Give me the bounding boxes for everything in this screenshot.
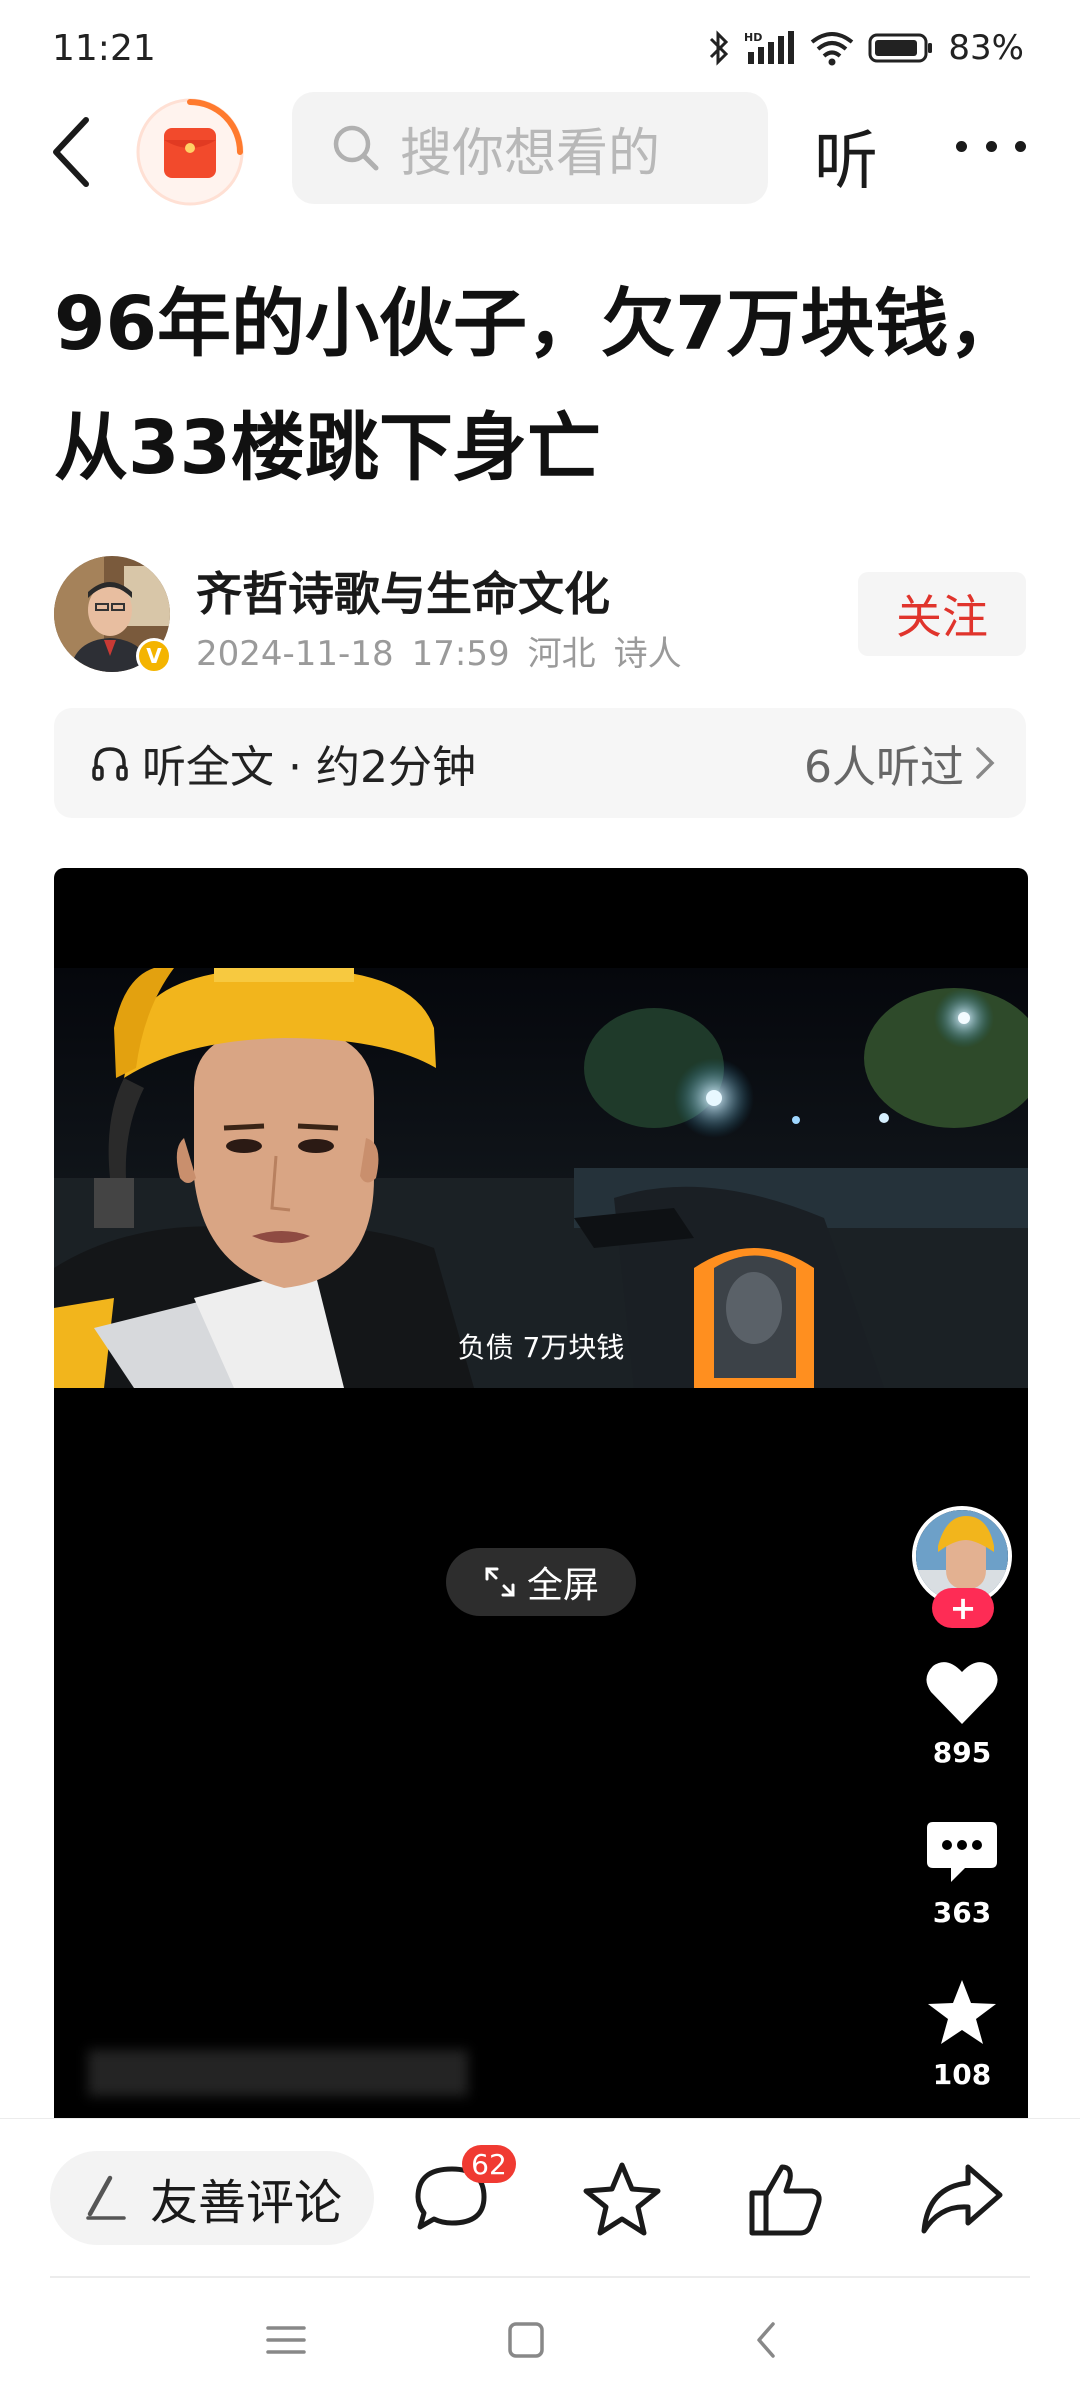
publish-date: 2024-11-18 — [196, 634, 394, 674]
publish-location: 河北 — [527, 634, 596, 674]
bluetooth-icon — [710, 30, 729, 66]
menu-icon — [266, 2326, 306, 2354]
star-outline-icon — [583, 2162, 661, 2236]
signal-icon: HD — [744, 31, 795, 64]
status-time: 11:21 — [52, 28, 156, 69]
author-name[interactable]: 齐哲诗歌与生命文化 — [196, 558, 610, 624]
star-icon — [928, 1980, 996, 2044]
comment-input[interactable]: 友善评论 — [50, 2151, 374, 2245]
favorite-action[interactable]: 108 — [902, 1978, 1022, 2091]
search-placeholder: 搜你想看的 — [400, 123, 661, 184]
video-frame — [54, 968, 1028, 1388]
listeners-label: 6人听过 — [804, 742, 964, 793]
listen-full-text: 听全文 · 约2分钟 — [90, 708, 476, 818]
battery-percent: 83% — [948, 28, 1024, 68]
home-button[interactable] — [486, 2310, 566, 2370]
favorite-count: 108 — [932, 2058, 992, 2091]
red-packet-button[interactable] — [134, 96, 246, 208]
search-icon — [333, 125, 379, 171]
heart-icon — [926, 1662, 998, 1724]
video-still — [54, 968, 1028, 1388]
bottom-action-bar: 友善评论 62 — [0, 2118, 1080, 2278]
headphones-icon — [92, 747, 128, 781]
fullscreen-label: 全屏 — [526, 1565, 599, 1606]
video-player[interactable]: 负债 7万块钱 全屏 + 895 363 108 — [54, 868, 1028, 2118]
listen-label: 听全文 · 约2分钟 — [142, 742, 476, 793]
wifi-icon — [811, 32, 854, 66]
comment-placeholder: 友善评论 — [150, 2175, 343, 2231]
battery-icon — [868, 33, 933, 63]
top-navigation: 搜你想看的 听 — [0, 92, 1080, 212]
article-page: 11:21 HD 83% 搜你想看的 听 96年的小伙子，欠7万块钱，从33楼跳… — [0, 0, 1080, 2400]
video-subtitle: 负债 7万块钱 — [457, 1331, 625, 1364]
verified-badge: V — [136, 638, 172, 674]
svg-text:HD: HD — [744, 31, 762, 44]
article-title: 96年的小伙子，欠7万块钱，从33楼跳下身亡 — [54, 281, 1023, 491]
comment-count-badge: 62 — [462, 2145, 516, 2183]
comment-bubble-icon — [927, 1822, 997, 1882]
more-icon-dot — [956, 140, 967, 152]
thumbs-up-icon — [749, 2164, 822, 2236]
more-icon-dot — [985, 140, 997, 152]
like-action[interactable]: 895 — [902, 1658, 1022, 1769]
creator-follow-button[interactable]: + — [932, 1588, 994, 1628]
more-icon-dot — [1015, 140, 1026, 152]
blurred-caption — [88, 2050, 468, 2096]
search-input[interactable]: 搜你想看的 — [292, 92, 768, 204]
red-packet-icon — [136, 98, 244, 206]
home-square-icon — [508, 2322, 544, 2358]
back-icon — [53, 117, 89, 187]
status-bar: 11:21 HD 83% — [0, 0, 1080, 90]
fullscreen-icon — [485, 1567, 515, 1597]
like-count: 895 — [932, 1736, 992, 1769]
comment-count-video: 363 — [932, 1896, 992, 1929]
like-button[interactable] — [744, 2157, 828, 2241]
fullscreen-button[interactable]: 全屏 — [446, 1548, 636, 1616]
back-button[interactable] — [40, 114, 100, 190]
listener-count: 6人听过 — [804, 708, 996, 818]
author-meta: 2024-11-18 17:59 河北 诗人 — [196, 626, 700, 675]
bottom-divider — [50, 2276, 1030, 2278]
status-icons: HD 83% — [708, 26, 1024, 70]
system-back-button[interactable] — [726, 2310, 806, 2370]
recent-apps-button[interactable] — [246, 2310, 326, 2370]
follow-button[interactable]: 关注 — [858, 572, 1026, 656]
favorite-button[interactable] — [580, 2157, 664, 2241]
chevron-right-icon — [976, 747, 995, 779]
more-button[interactable] — [956, 136, 1026, 156]
author-row: V 齐哲诗歌与生命文化 2024-11-18 17:59 河北 诗人 关注 — [54, 552, 1026, 674]
listen-full-text-bar[interactable]: 听全文 · 约2分钟 6人听过 — [54, 708, 1026, 818]
comment-action[interactable]: 363 — [902, 1818, 1022, 1929]
author-role: 诗人 — [613, 634, 682, 674]
publish-time: 17:59 — [411, 634, 510, 674]
share-button[interactable] — [920, 2157, 1004, 2241]
pen-icon — [86, 2175, 126, 2220]
back-triangle-icon — [757, 2322, 775, 2358]
share-icon — [921, 2164, 1003, 2234]
system-navigation — [0, 2280, 1080, 2400]
listen-button[interactable]: 听 — [814, 110, 878, 202]
